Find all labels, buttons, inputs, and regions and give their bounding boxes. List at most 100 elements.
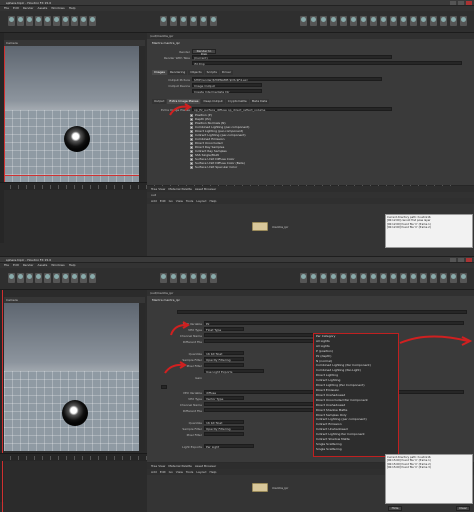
checkbox[interactable]	[190, 133, 193, 137]
light-exports-toggle[interactable]: Use Light Exports	[204, 369, 264, 374]
network-menu-help[interactable]: Help	[210, 199, 217, 203]
network-menu-edit[interactable]: Edit	[160, 199, 166, 203]
network-menu-add[interactable]: Add	[151, 199, 157, 203]
tab-tree-view[interactable]: Tree View	[151, 464, 165, 468]
different-file-field[interactable]	[204, 339, 324, 343]
checkbox[interactable]	[190, 121, 193, 125]
sample-filter-select[interactable]: Opacity Filtering	[204, 426, 244, 431]
shelf-tool-icon[interactable]	[370, 273, 377, 283]
shelf-tool-icon[interactable]	[44, 273, 51, 283]
tab-objects[interactable]: Objects	[188, 70, 204, 75]
shelf-tool-icon[interactable]	[180, 273, 187, 283]
checkbox[interactable]	[190, 117, 193, 121]
extra-planes-field[interactable]: op_Pz_surface_diffuse op_direct_reflect_…	[192, 107, 392, 112]
shelf-tool-icon[interactable]	[360, 16, 367, 26]
render-to-disk-button[interactable]: Render to Disk	[192, 49, 216, 56]
shelf-tool-icon[interactable]	[430, 273, 437, 283]
checkbox[interactable]	[190, 161, 193, 165]
shelf-tool-icon[interactable]	[330, 273, 337, 283]
shelf-tool-icon[interactable]	[320, 273, 327, 283]
network-menu-tools[interactable]: Tools	[186, 199, 193, 203]
shelf-tool-icon[interactable]	[35, 273, 42, 283]
tab-images[interactable]: Images	[152, 70, 167, 75]
checkbox[interactable]	[190, 149, 193, 153]
tab-material-palette[interactable]: Material Palette	[168, 464, 192, 468]
tab-asset-browser[interactable]: Asset Browser	[195, 187, 216, 191]
shelf-tool-icon[interactable]	[310, 16, 317, 26]
mantra-node[interactable]	[252, 483, 268, 492]
plane-toggle[interactable]	[161, 385, 167, 389]
panel-path[interactable]: /out/mantra_ipr	[150, 291, 173, 295]
network-menu-tools[interactable]: Tools	[186, 470, 193, 474]
tab-asset-browser[interactable]: Asset Browser	[195, 464, 216, 468]
shelf-tool-icon[interactable]	[8, 273, 15, 283]
shelf-tool-icon[interactable]	[17, 16, 24, 26]
shelf-tool-icon[interactable]	[350, 16, 357, 26]
shelf-tool-icon[interactable]	[390, 16, 397, 26]
pixel-filter-field[interactable]	[204, 432, 244, 436]
tab-driver[interactable]: Driver	[219, 70, 234, 75]
network-menu-edit[interactable]: Edit	[160, 470, 166, 474]
shelf-tool-icon[interactable]	[320, 16, 327, 26]
minimize-button[interactable]	[450, 1, 456, 5]
checkbox[interactable]	[190, 153, 193, 157]
panel-path[interactable]: /out/mantra_ipr	[150, 34, 173, 38]
shelf-tool-icon[interactable]	[190, 273, 197, 283]
shelf-tool-icon[interactable]	[360, 273, 367, 283]
shelf-tool-icon[interactable]	[460, 16, 467, 26]
checkbox[interactable]	[190, 165, 193, 169]
shelf-tool-icon[interactable]	[8, 16, 15, 26]
network-menu-layout[interactable]: Layout	[196, 470, 206, 474]
network-path[interactable]: out	[151, 193, 156, 197]
viewport-tab[interactable]: Camera	[6, 41, 18, 45]
shelf-tool-icon[interactable]	[340, 16, 347, 26]
dropdown-option[interactable]: Single Scattering	[314, 447, 398, 452]
checkbox[interactable]	[190, 129, 193, 133]
network-menu-go[interactable]: Go	[169, 470, 173, 474]
different-file-field[interactable]	[204, 408, 324, 412]
shelf-tool-icon[interactable]	[370, 16, 377, 26]
network-menu-add[interactable]: Add	[151, 470, 157, 474]
quantize-select[interactable]: 16 bit float	[204, 351, 244, 356]
tab-tree-view[interactable]: Tree View	[151, 187, 165, 191]
light-exports-select[interactable]: Per Light	[204, 444, 254, 449]
light-exports-dropdown[interactable]: Per Category All Lights All Lights P (po…	[313, 333, 399, 457]
shelf-tool-icon[interactable]	[53, 273, 60, 283]
shelf-tool-icon[interactable]	[420, 273, 427, 283]
shelf-tool-icon[interactable]	[26, 273, 33, 283]
shelf-tool-icon[interactable]	[210, 16, 217, 26]
shelf-tool-icon[interactable]	[400, 16, 407, 26]
vex-variable-field[interactable]: Pz	[204, 321, 464, 326]
shelf-tool-icon[interactable]	[89, 273, 96, 283]
shelf-tool-icon[interactable]	[170, 273, 177, 283]
shelf-tool-icon[interactable]	[53, 16, 60, 26]
hide-button[interactable]: Hide	[388, 506, 402, 511]
shelf-tool-icon[interactable]	[80, 16, 87, 26]
vex-type-select[interactable]: Vector Type	[204, 396, 244, 401]
network-menu-layout[interactable]: Layout	[196, 199, 206, 203]
network-menu-view[interactable]: View	[176, 199, 183, 203]
shelf-tool-icon[interactable]	[210, 273, 217, 283]
shelf-tool-icon[interactable]	[71, 273, 78, 283]
tab-scripts[interactable]: Scripts	[204, 70, 219, 75]
shelf-tool-icon[interactable]	[410, 16, 417, 26]
checklist-item[interactable]: Surface Unlit Specular Color	[190, 165, 270, 169]
shelf-tool-icon[interactable]	[340, 273, 347, 283]
shelf-tool-icon[interactable]	[17, 273, 24, 283]
shelf-tool-icon[interactable]	[440, 16, 447, 26]
shelf-tool-icon[interactable]	[62, 273, 69, 283]
shelf-tool-icon[interactable]	[420, 16, 427, 26]
tab-deep-output[interactable]: Deep Output	[201, 99, 225, 104]
minimize-button[interactable]	[450, 258, 456, 262]
tab-output[interactable]: Output	[152, 99, 167, 104]
output-device-select[interactable]: Image Output	[192, 83, 262, 88]
shelf-tool-icon[interactable]	[180, 16, 187, 26]
shelf-tool-icon[interactable]	[460, 273, 467, 283]
checkbox[interactable]	[190, 141, 193, 145]
clear-button[interactable]: Clear	[456, 506, 470, 511]
channel-name-field[interactable]	[204, 333, 324, 337]
shelf-tool-icon[interactable]	[380, 16, 387, 26]
shelf-tool-icon[interactable]	[350, 273, 357, 283]
intermediate-dir-toggle[interactable]: Create Intermediate Dir	[192, 89, 262, 94]
shelf-tool-icon[interactable]	[35, 16, 42, 26]
